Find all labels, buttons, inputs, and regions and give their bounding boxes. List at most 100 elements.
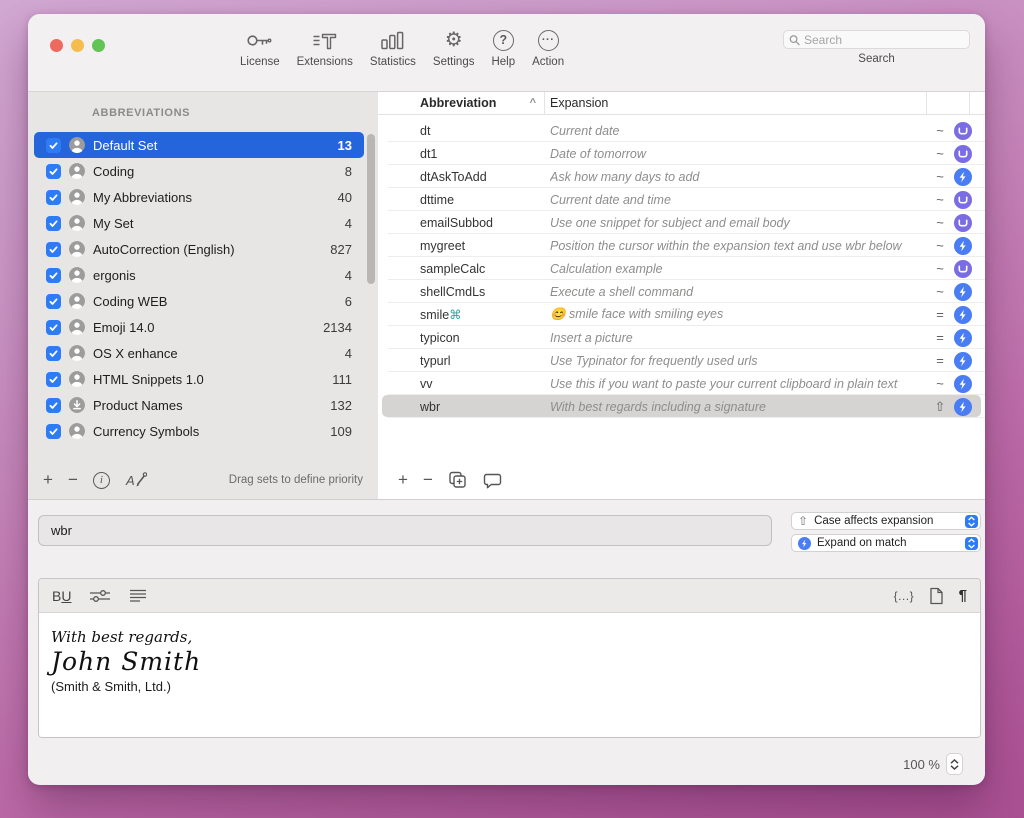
remove-abbreviation-button[interactable]: − [423, 472, 433, 488]
option-dropdowns: ⇧ Case affects expansion Expand on match [791, 512, 981, 552]
case-marker: ⇧ [929, 399, 951, 415]
case-marker: ~ [929, 238, 951, 253]
column-header-case[interactable] [926, 92, 969, 114]
zoom-control: 100 % [903, 753, 963, 775]
set-enabled-checkbox[interactable] [46, 242, 61, 257]
set-enabled-checkbox[interactable] [46, 216, 61, 231]
set-enabled-checkbox[interactable] [46, 268, 61, 283]
key-icon [246, 26, 273, 54]
search-field[interactable] [783, 30, 970, 49]
toolbar-button-help[interactable]: ?Help [491, 26, 515, 68]
column-header-expansion[interactable]: Expansion [545, 92, 926, 114]
abbreviation-input[interactable] [38, 515, 772, 546]
zoom-stepper[interactable] [946, 753, 963, 775]
minimize-button[interactable] [71, 39, 84, 52]
sidebar-scrollbar-thumb[interactable] [367, 134, 375, 284]
sidebar-item-my-abbreviations[interactable]: My Abbreviations40 [34, 184, 364, 210]
sidebar-item-product-names[interactable]: Product Names132 [34, 392, 364, 418]
sidebar-footer: + − i A Drag sets to define priority [28, 461, 378, 499]
sidebar-item-emoji-14-0[interactable]: Emoji 14.02134 [34, 314, 364, 340]
sidebar-item-currency-symbols[interactable]: Currency Symbols109 [34, 418, 364, 444]
editor-content[interactable]: With best regards, John Smith (Smith & S… [39, 613, 980, 737]
case-marker: ~ [929, 376, 951, 391]
cell-abbreviation: sampleCalc [420, 262, 550, 276]
set-enabled-checkbox[interactable] [46, 398, 61, 413]
document-icon[interactable] [929, 587, 944, 605]
quick-correction-icon[interactable]: A [125, 471, 147, 489]
svg-text:A: A [125, 473, 135, 488]
toolbar-button-label: Extensions [297, 56, 353, 68]
set-enabled-checkbox[interactable] [46, 138, 61, 153]
sidebar-item-default-set[interactable]: Default Set13 [34, 132, 364, 158]
case-dropdown-stepper [965, 515, 978, 528]
add-abbreviation-button[interactable]: + [398, 472, 408, 488]
table-row-typicon[interactable]: typiconInsert a picture= [378, 326, 985, 349]
toolbar-button-license[interactable]: License [240, 26, 280, 68]
table-row-emailsubbod[interactable]: emailSubbodUse one snippet for subject a… [378, 211, 985, 234]
remove-set-button[interactable]: − [68, 472, 78, 488]
case-dropdown[interactable]: ⇧ Case affects expansion [791, 512, 981, 530]
sidebar-item-os-x-enhance[interactable]: OS X enhance4 [34, 340, 364, 366]
info-icon[interactable]: i [93, 472, 110, 489]
expansion-column-label: Expansion [550, 96, 608, 110]
set-enabled-checkbox[interactable] [46, 320, 61, 335]
table-row-shellcmdls[interactable]: shellCmdLsExecute a shell command~ [378, 280, 985, 303]
sidebar-item-autocorrection-english-[interactable]: AutoCorrection (English)827 [34, 236, 364, 262]
add-set-button[interactable]: + [43, 472, 53, 488]
search-input[interactable] [804, 33, 964, 47]
column-header-type[interactable] [969, 92, 985, 114]
sidebar-item-my-set[interactable]: My Set4 [34, 210, 364, 236]
text-snippet-icon [951, 122, 975, 140]
set-enabled-checkbox[interactable] [46, 346, 61, 361]
cell-expansion: Insert a picture [550, 331, 929, 345]
pilcrow-button[interactable]: ¶ [959, 587, 967, 604]
duplicate-icon[interactable] [448, 471, 468, 489]
set-list: Default Set13Coding8My Abbreviations40My… [34, 132, 364, 444]
table-row-dttime[interactable]: dttimeCurrent date and time~ [378, 188, 985, 211]
set-enabled-checkbox[interactable] [46, 294, 61, 309]
set-enabled-checkbox[interactable] [46, 190, 61, 205]
sidebar-item-html-snippets-1-0[interactable]: HTML Snippets 1.0111 [34, 366, 364, 392]
set-enabled-checkbox[interactable] [46, 372, 61, 387]
table-row-dt[interactable]: dtCurrent date~ [378, 119, 985, 142]
user-icon [69, 189, 85, 205]
set-count: 827 [330, 242, 352, 257]
comment-icon[interactable] [483, 472, 503, 489]
toolbar-button-extensions[interactable]: Extensions [297, 26, 353, 68]
column-header-abbreviation[interactable]: Abbreviation ^ [378, 92, 545, 114]
insert-marker-button[interactable]: {…} [894, 589, 914, 603]
format-options-icon[interactable] [89, 589, 111, 603]
sidebar-item-ergonis[interactable]: ergonis4 [34, 262, 364, 288]
expansion-editor: BU {…} ¶ [38, 578, 981, 738]
set-enabled-checkbox[interactable] [46, 424, 61, 439]
script-bolt-icon [951, 329, 975, 347]
close-button[interactable] [50, 39, 63, 52]
alignment-icon[interactable] [129, 589, 147, 603]
table-row-typurl[interactable]: typurlUse Typinator for frequently used … [378, 349, 985, 372]
user-icon [69, 215, 85, 231]
table-row-smile[interactable]: smile⌘😊 smile face with smiling eyes= [378, 303, 985, 326]
set-count: 4 [345, 346, 352, 361]
set-name: My Set [93, 216, 133, 231]
table-row-dt1[interactable]: dt1Date of tomorrow~ [378, 142, 985, 165]
toolbar-button-statistics[interactable]: Statistics [370, 26, 416, 68]
table-footer: + − [378, 461, 985, 499]
table-row-wbr[interactable]: wbrWith best regards including a signatu… [378, 395, 985, 418]
desktop-background: License Extensions Statistics ⚙Settings ?Hel… [0, 0, 1024, 818]
table-row-vv[interactable]: vvUse this if you want to paste your cur… [378, 372, 985, 395]
cell-expansion: Current date [550, 124, 929, 138]
format-bold-underline-button[interactable]: BU [52, 588, 71, 604]
sort-ascending-icon: ^ [530, 97, 536, 109]
table-row-mygreet[interactable]: mygreetPosition the cursor within the ex… [378, 234, 985, 257]
sidebar-item-coding[interactable]: Coding8 [34, 158, 364, 184]
set-enabled-checkbox[interactable] [46, 164, 61, 179]
user-icon [69, 423, 85, 439]
zoom-button[interactable] [92, 39, 105, 52]
toolbar-button-action[interactable]: ···Action [532, 26, 564, 68]
sidebar-item-coding-web[interactable]: Coding WEB6 [34, 288, 364, 314]
expand-dropdown[interactable]: Expand on match [791, 534, 981, 552]
toolbar-button-settings[interactable]: ⚙Settings [433, 26, 475, 68]
table-row-samplecalc[interactable]: sampleCalcCalculation example~ [378, 257, 985, 280]
table-row-dtasktoadd[interactable]: dtAskToAddAsk how many days to add~ [378, 165, 985, 188]
search-toolbar-label: Search [783, 53, 970, 65]
